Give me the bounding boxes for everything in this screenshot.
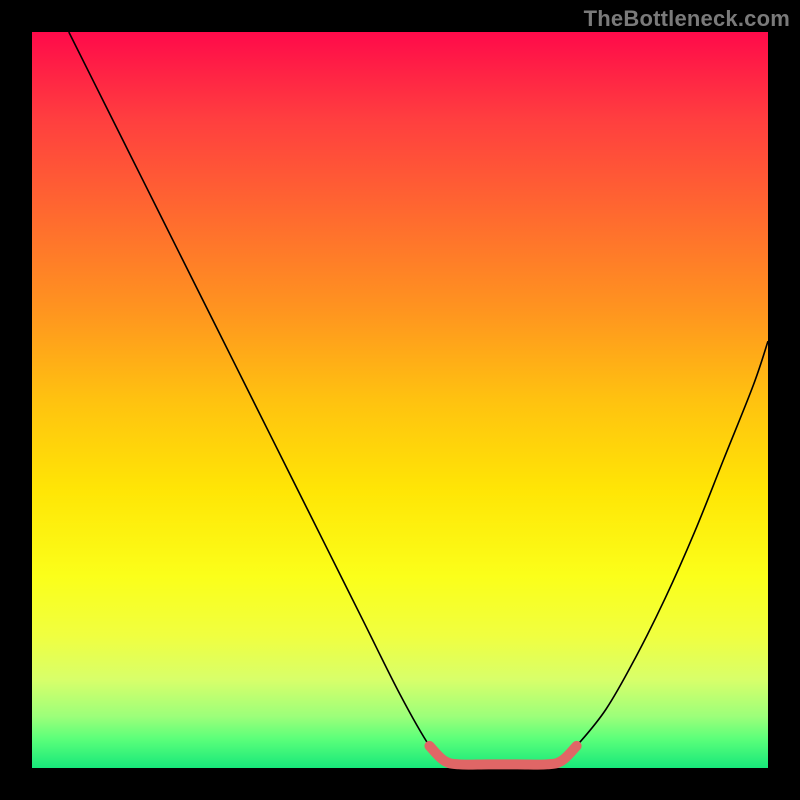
valley-accent xyxy=(429,746,576,765)
right-curve xyxy=(562,341,768,761)
watermark-text: TheBottleneck.com xyxy=(584,6,790,32)
left-curve xyxy=(69,32,444,761)
plot-area xyxy=(32,32,768,768)
curve-layer xyxy=(32,32,768,768)
chart-stage: TheBottleneck.com xyxy=(0,0,800,800)
